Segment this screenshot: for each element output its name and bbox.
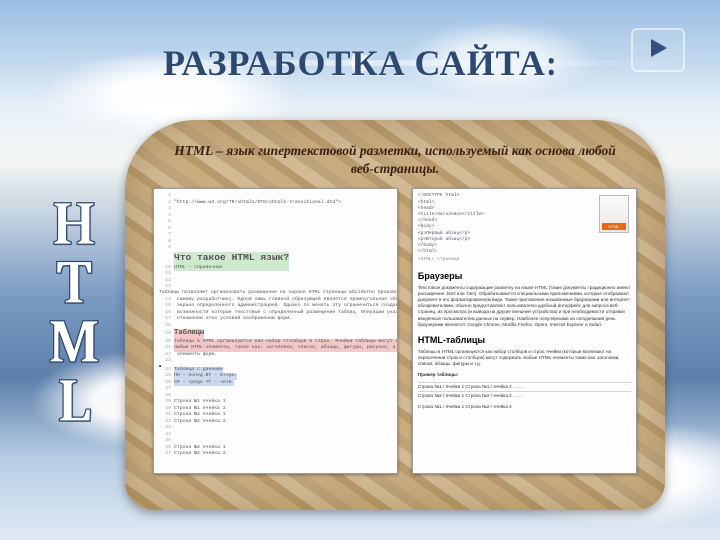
html-file-icon — [599, 195, 629, 233]
browser-render-screenshot: <!DOCTYPE html><html> <head> <title>Заго… — [412, 188, 637, 474]
example-table: Строка №1 / ячейка 1 Строка №1 / ячейка … — [418, 382, 631, 400]
example-label: Пример таблицы: — [418, 372, 631, 378]
content-panel: HTML – язык гипертекстовой разметки, исп… — [125, 120, 665, 510]
table-footer-line: Строка №1 / ячейка 1 Строка №2 / ячейка … — [418, 404, 631, 410]
url-caption: «HTML» страница — [418, 257, 631, 263]
page-title: РАЗРАБОТКА САЙТА: — [0, 0, 720, 84]
tables-paragraph: Таблицы в HTML организуются как набор ст… — [418, 349, 631, 368]
next-button[interactable] — [631, 28, 685, 72]
html-vertical-label: H T M L — [48, 195, 100, 431]
section-heading-tables: HTML-таблицы — [418, 334, 631, 346]
intro-text: HTML – язык гипертекстовой разметки, исп… — [169, 142, 621, 178]
section-heading-browsers: Браузеры — [418, 270, 631, 282]
code-editor-screenshot: 12"http://www.w3.org/TR/xhtml1/DTD/xhtml… — [153, 188, 398, 474]
play-icon — [646, 36, 670, 65]
browsers-paragraph: Текстовые документы содержащие разметку … — [418, 285, 631, 328]
